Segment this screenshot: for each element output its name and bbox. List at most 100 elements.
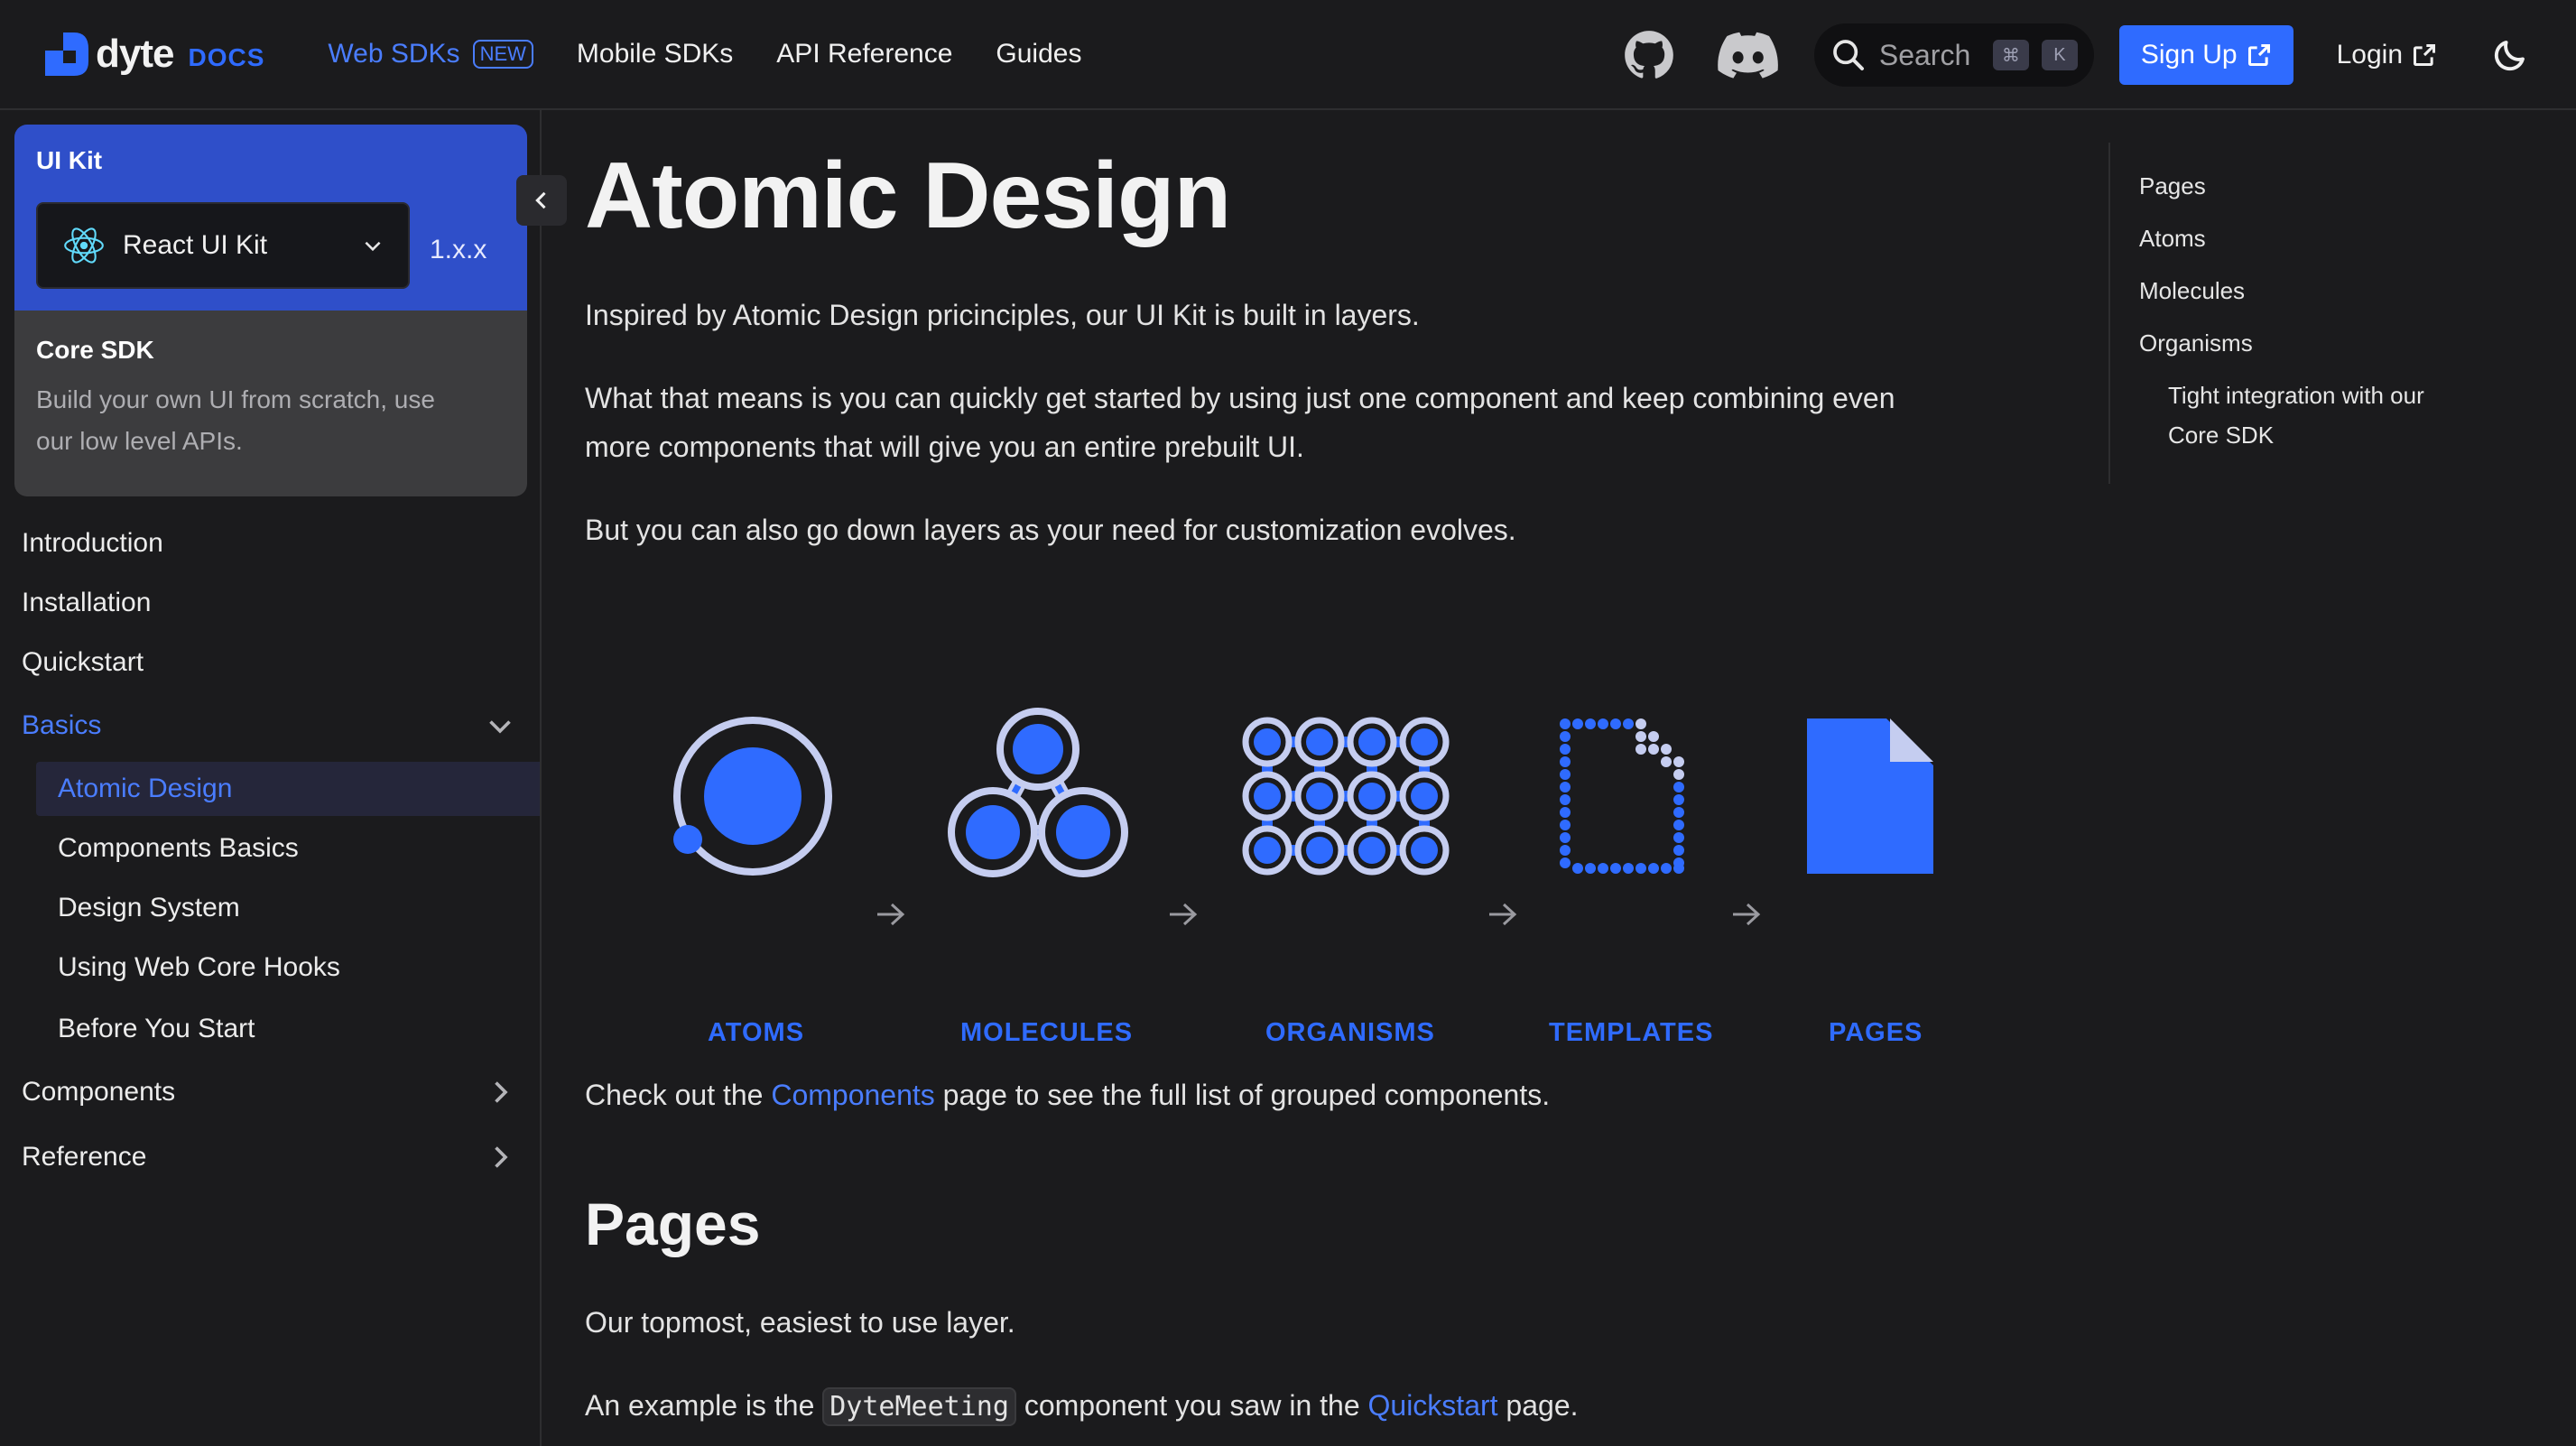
pages-description: Our topmost, easiest to use layer.	[585, 1306, 1015, 1339]
logo-docs-label: DOCS	[188, 43, 265, 71]
core-sdk-title: Core SDK	[36, 336, 154, 364]
doc-content: Atomic Design Inspired by Atomic Design …	[585, 110, 2047, 1446]
ui-kit-card[interactable]: UI Kit React UI Kit 1.x.x	[14, 125, 527, 311]
toc-item-pages[interactable]: Pages	[2139, 166, 2206, 206]
dyte-meeting-paragraph-after: page.	[1497, 1389, 1579, 1422]
sidebar-item-design-system[interactable]: Design System	[36, 881, 540, 935]
sidebar-item-components-basics[interactable]: Components Basics	[36, 821, 540, 876]
toc-item-organisms[interactable]: Organisms	[2139, 323, 2253, 363]
docs-sidebar: UI Kit React UI Kit 1.x.x Core SDK Build…	[0, 110, 542, 1446]
core-sdk-description-line2: our low level APIs.	[36, 427, 243, 455]
core-sdk-description: Build your own UI from scratch, use our …	[36, 379, 505, 462]
pages-illustration	[1807, 718, 1933, 874]
dyte-meeting-paragraph: An example is the DyteMeeting component …	[585, 1381, 2011, 1432]
chevron-left-icon	[535, 191, 546, 209]
theme-toggle-button[interactable]	[2488, 32, 2533, 78]
atomic-design-diagram: ATOMS MOLECULES ORGANISMS TEMPLATES PAGE…	[585, 708, 1957, 1094]
components-paragraph: Check out the Components page to see the…	[585, 1071, 2011, 1119]
sidebar-item-atomic-design[interactable]: Atomic Design	[36, 762, 540, 816]
navbar-right: Search ⌘ K Sign Up Login	[1617, 0, 2533, 110]
sidebar-category-reference-label: Reference	[22, 1142, 147, 1172]
sign-up-label: Sign Up	[2140, 40, 2238, 70]
arrow-right-icon	[877, 903, 905, 926]
sign-up-button[interactable]: Sign Up	[2118, 25, 2293, 85]
sidebar-item-installation[interactable]: Installation	[22, 576, 542, 630]
nav-web-sdks-label: Web SDKs	[328, 39, 460, 69]
page-title: Atomic Design	[585, 144, 1231, 248]
quickstart-link[interactable]: Quickstart	[1368, 1389, 1498, 1422]
dyte-docs-logo[interactable]: dyte DOCS	[43, 31, 264, 78]
templates-illustration	[1560, 718, 1684, 874]
toc-item-tight-integration-line2: Core SDK	[2168, 422, 2275, 449]
components-link[interactable]: Components	[771, 1079, 934, 1111]
sidebar-item-introduction[interactable]: Introduction	[22, 516, 542, 570]
collapse-sidebar-button[interactable]	[516, 175, 567, 226]
login-label: Login	[2336, 40, 2403, 70]
intro-paragraph: Inspired by Atomic Design pricinciples, …	[585, 299, 1420, 331]
sidebar-category-basics[interactable]: Basics	[22, 699, 542, 753]
layers-paragraph-line1: What that means is you can quickly get s…	[585, 382, 1895, 414]
toc-item-molecules[interactable]: Molecules	[2139, 271, 2245, 311]
templates-label: TEMPLATES	[1549, 1018, 1714, 1047]
dyte-meeting-paragraph-before: An example is the	[585, 1389, 823, 1422]
sidebar-item-using-web-core-hooks[interactable]: Using Web Core Hooks	[36, 941, 540, 995]
kit-selector-dropdown[interactable]: React UI Kit	[36, 202, 410, 289]
arrow-right-icon	[1733, 903, 1761, 926]
toc-item-tight-integration-line1: Tight integration with our	[2168, 382, 2424, 409]
arrow-right-icon	[1489, 903, 1517, 926]
external-link-icon	[2413, 43, 2436, 67]
chevron-right-icon[interactable]	[484, 1141, 516, 1173]
react-icon	[64, 227, 104, 264]
chevron-right-icon[interactable]	[484, 1076, 516, 1108]
ui-kit-title: UI Kit	[36, 146, 103, 174]
molecules-label: MOLECULES	[960, 1018, 1134, 1047]
atoms-label: ATOMS	[708, 1018, 805, 1047]
sidebar-category-components-label: Components	[22, 1077, 176, 1107]
components-paragraph-before: Check out the	[585, 1079, 772, 1111]
customization-paragraph: But you can also go down layers as your …	[585, 514, 1516, 546]
layers-paragraph-line2: more components that will give you an en…	[585, 431, 1304, 463]
sidebar-category-reference[interactable]: Reference	[22, 1130, 542, 1184]
arrow-right-icon	[1170, 903, 1198, 926]
chevron-down-icon[interactable]	[484, 709, 516, 742]
external-link-icon	[2247, 43, 2270, 67]
nav-web-sdks[interactable]: Web SDKs NEW	[328, 39, 533, 70]
components-paragraph-after: page to see the full list of grouped com…	[934, 1079, 1551, 1111]
pages-heading: Pages	[585, 1191, 761, 1257]
search-input[interactable]: Search ⌘ K	[1813, 23, 2094, 87]
chevron-down-icon	[365, 241, 381, 252]
organisms-label: ORGANISMS	[1265, 1018, 1435, 1047]
toc-item-tight-integration[interactable]: Tight integration with our Core SDK	[2168, 375, 2493, 455]
login-button[interactable]: Login	[2337, 40, 2437, 70]
discord-link[interactable]	[1717, 23, 1780, 87]
kbd-k-key: K	[2041, 40, 2078, 70]
nav-guides[interactable]: Guides	[996, 39, 1081, 70]
kbd-cmd-key: ⌘	[1992, 40, 2029, 70]
selected-kit-label: React UI Kit	[123, 230, 268, 260]
sidebar-category-basics-label: Basics	[22, 710, 102, 740]
organisms-illustration	[1242, 717, 1450, 876]
molecules-illustration	[948, 708, 1128, 877]
logo-wordmark: dyte	[96, 32, 174, 76]
table-of-contents: Pages Atoms Molecules Organisms Tight in…	[2108, 143, 2560, 484]
layers-paragraph: What that means is you can quickly get s…	[585, 374, 2011, 471]
core-sdk-card[interactable]: Core SDK Build your own UI from scratch,…	[14, 311, 527, 496]
nav-api-reference[interactable]: API Reference	[776, 39, 952, 70]
dyte-logo-icon	[45, 32, 88, 76]
atoms-illustration	[673, 717, 832, 876]
sidebar-item-quickstart[interactable]: Quickstart	[22, 635, 542, 690]
sidebar-category-components[interactable]: Components	[22, 1065, 542, 1119]
nav-mobile-sdks[interactable]: Mobile SDKs	[577, 39, 733, 70]
sidebar-item-before-you-start[interactable]: Before You Start	[36, 1002, 540, 1056]
top-navbar: dyte DOCS Web SDKs NEW Mobile SDKs API R…	[0, 0, 2576, 110]
kit-version-label[interactable]: 1.x.x	[430, 235, 486, 265]
pages-label: PAGES	[1829, 1018, 1923, 1047]
github-icon	[1625, 31, 1673, 79]
new-badge: NEW	[472, 39, 533, 70]
dyte-meeting-code: DyteMeeting	[822, 1387, 1016, 1426]
discord-icon	[1718, 32, 1778, 79]
core-sdk-description-line1: Build your own UI from scratch, use	[36, 385, 435, 413]
moon-icon	[2494, 41, 2525, 71]
github-link[interactable]	[1617, 23, 1681, 87]
toc-item-atoms[interactable]: Atoms	[2139, 218, 2206, 258]
